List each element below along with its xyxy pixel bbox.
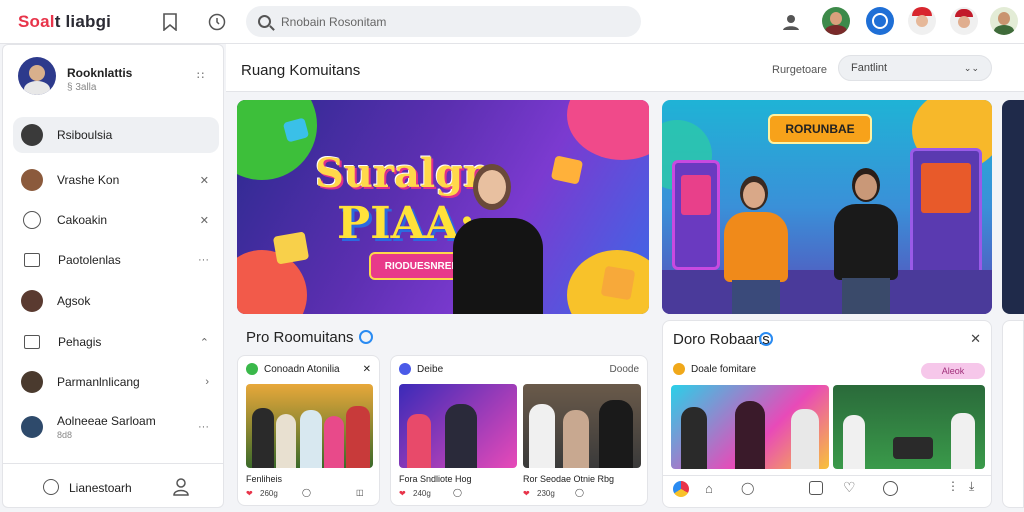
comment-icon[interactable]: ◯ <box>302 488 311 497</box>
square-icon[interactable] <box>809 481 823 495</box>
upload-icon[interactable]: ⤓ <box>969 479 974 494</box>
person-image <box>720 176 792 314</box>
group-icon <box>399 363 411 375</box>
avatar[interactable] <box>822 7 850 35</box>
verified-icon <box>759 332 773 346</box>
search-icon <box>258 15 271 28</box>
person-image <box>453 164 543 314</box>
verified-icon <box>359 330 373 344</box>
avatar <box>21 169 43 191</box>
person-image <box>830 168 902 314</box>
app-logo[interactable]: Soalt liabgi <box>18 12 111 32</box>
panel-peek[interactable] <box>1002 320 1024 508</box>
top-bar: Soalt liabgi Rnobain Rosonitam <box>0 0 1024 44</box>
avatar <box>21 124 43 146</box>
sidebar-footer-label[interactable]: Lianestoarh <box>69 481 132 495</box>
filter-select[interactable]: Fantlint ⌄⌄ <box>838 55 992 81</box>
comment-icon[interactable]: ◯ <box>453 488 462 497</box>
hero-sign: RORUNBAE <box>768 114 872 144</box>
section-panel-right: Doro Robaans ✕ Doale fomitare Aleok ⌂ ◯ … <box>662 320 992 508</box>
heart-outline-icon[interactable]: ♡ <box>843 479 856 496</box>
comment-icon[interactable]: ◯ <box>575 488 584 497</box>
chevron-down-icon: ⌄⌄ <box>963 62 979 73</box>
sidebar-item-4[interactable]: Agsok <box>13 283 219 319</box>
person-icon[interactable] <box>173 478 189 501</box>
group-icon <box>246 363 258 375</box>
sidebar-item-7[interactable]: Aolneeae Sarloam 8d8 ··· <box>13 407 219 447</box>
avatar[interactable] <box>990 7 1018 35</box>
thumbnail-image <box>246 384 373 468</box>
arcade-machine <box>672 160 720 270</box>
thumbnail-image <box>833 385 985 469</box>
avatar <box>21 290 43 312</box>
more-icon[interactable]: ∷ <box>197 69 204 82</box>
hero-card-peek[interactable] <box>1002 100 1024 314</box>
close-icon[interactable]: ✕ <box>970 331 981 347</box>
heart-icon[interactable]: ❤ <box>399 489 406 498</box>
deco-blob <box>237 100 317 180</box>
sidebar-item-1[interactable]: Vrashe Kon ✕ <box>13 162 219 198</box>
sidebar-item-6[interactable]: Parmanlnlicang › <box>13 364 219 400</box>
avatar[interactable] <box>950 7 978 35</box>
lightbulb-icon <box>23 211 41 229</box>
sidebar-item-2[interactable]: Cakoakin ✕ <box>13 202 219 238</box>
thumbnail-image <box>523 384 641 468</box>
community-card[interactable]: Deibe Doode Fora Sndliote Hog ❤ 240g ◯ Ro… <box>390 355 648 506</box>
window-icon <box>24 253 40 267</box>
shield-icon[interactable]: ◯ <box>741 481 754 495</box>
profile-meta: § 3alla <box>67 82 97 93</box>
status-badge: Aleok <box>921 363 985 379</box>
sidebar-item-3[interactable]: Paotolenlas ··· <box>13 242 219 278</box>
home-icon[interactable]: ⌂ <box>705 481 713 496</box>
sidebar-item-0[interactable]: Rsiboulsia <box>13 117 219 153</box>
sidebar-item-5[interactable]: Pehagis ⌃ <box>13 324 219 360</box>
deco-tile <box>272 231 310 265</box>
avatar <box>21 416 43 438</box>
profile-name: Rooknlattis <box>67 66 133 80</box>
sidebar: Rooknlattis § 3alla ∷ Rsiboulsia Vrashe … <box>2 44 224 508</box>
search-input[interactable]: Rnobain Rosonitam <box>246 6 641 37</box>
share-icon[interactable]: ◫ <box>356 488 364 497</box>
user-icon[interactable] <box>780 11 802 33</box>
hero-card-left[interactable]: Suralgm PIAA: RIODUESNREEBEN <box>237 100 649 314</box>
deco-blob <box>567 100 649 160</box>
hero-card-right[interactable]: RORUNBAE <box>662 100 992 314</box>
chevron-up-icon[interactable]: ⌃ <box>200 336 209 349</box>
more-icon[interactable]: ⋮ <box>947 479 959 493</box>
section-header: Doale fomitare <box>673 363 756 375</box>
sort-label[interactable]: Rurgetoare <box>772 64 827 76</box>
thumbnail-image <box>671 385 829 469</box>
color-icon[interactable] <box>673 481 689 497</box>
heart-icon[interactable]: ❤ <box>523 489 530 498</box>
more-icon[interactable]: ··· <box>198 254 209 266</box>
divider <box>3 463 223 464</box>
profile-avatar[interactable] <box>18 57 56 95</box>
card-icon <box>24 335 40 349</box>
thumbnail-image <box>399 384 517 468</box>
close-icon[interactable]: ✕ <box>363 364 371 375</box>
deco-tile <box>600 265 636 301</box>
clock-icon[interactable] <box>207 12 227 32</box>
avatar[interactable] <box>908 7 936 35</box>
section-title-left: Pro Roomuitans <box>246 329 354 346</box>
globe-avatar[interactable] <box>866 7 894 35</box>
page-title: Ruang Komuitans <box>241 62 361 79</box>
compass-icon[interactable] <box>43 479 59 495</box>
community-card[interactable]: Conoadn Atonilia ✕ Fenliheis ❤ 260g ◯ ◫ <box>237 355 380 506</box>
avatar <box>21 371 43 393</box>
more-icon[interactable]: ··· <box>198 421 209 433</box>
clock-icon[interactable] <box>883 481 898 496</box>
divider <box>663 475 991 476</box>
close-icon[interactable]: ✕ <box>200 214 209 227</box>
group-icon <box>673 363 685 375</box>
chevron-right-icon[interactable]: › <box>205 376 209 388</box>
close-icon[interactable]: ✕ <box>200 174 209 187</box>
floor <box>662 270 992 314</box>
bookmark-icon[interactable] <box>160 12 180 32</box>
heart-icon[interactable]: ❤ <box>246 489 253 498</box>
deco-tile <box>550 155 584 185</box>
search-placeholder: Rnobain Rosonitam <box>281 14 387 29</box>
section-title-right: Doro Robaans <box>673 331 770 348</box>
main-header: Ruang Komuitans Rurgetoare Fantlint ⌄⌄ <box>226 44 1024 92</box>
